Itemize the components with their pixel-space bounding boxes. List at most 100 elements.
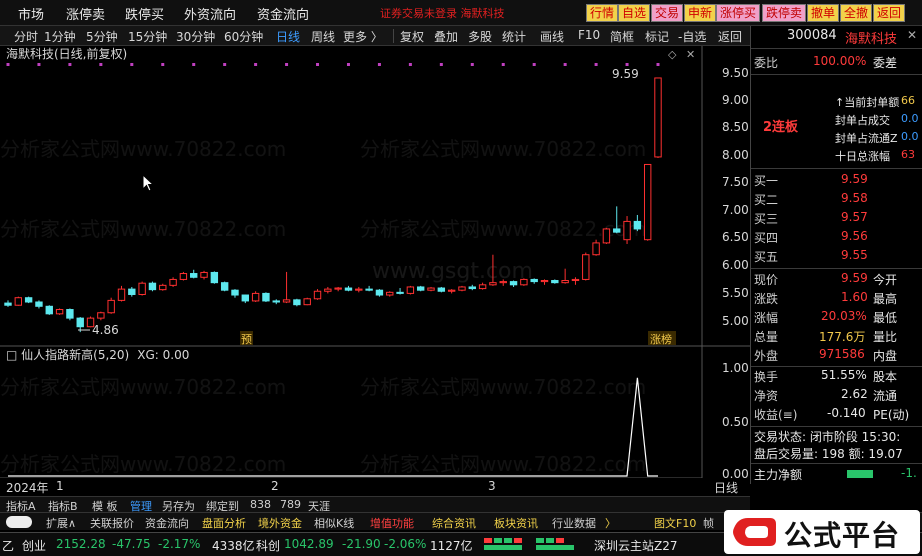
candle-body xyxy=(282,299,291,303)
collapse-diamond-icon[interactable]: ◇ xyxy=(668,48,677,61)
period-15min[interactable]: 15分钟 xyxy=(128,28,167,45)
signal-dot xyxy=(68,63,72,66)
quote-label: 外盘 xyxy=(754,349,779,363)
tool-frame[interactable]: 简框 xyxy=(610,28,634,45)
bid-price[interactable]: 9.59 xyxy=(841,172,868,186)
candle-body xyxy=(602,228,611,244)
bid-label: 买一 xyxy=(754,174,779,188)
bid-price[interactable]: 9.58 xyxy=(841,191,868,205)
tab-similar-kline[interactable]: 相似K线 xyxy=(314,515,354,531)
watermark-3: 分析家公式网www.70822.com xyxy=(0,217,286,241)
btn-ipo[interactable]: 申新 xyxy=(684,4,717,22)
tab-f10[interactable]: 图文F10 xyxy=(654,515,696,531)
logo-text: 公式平台 xyxy=(784,519,901,552)
index-gem-label[interactable]: 创业 xyxy=(22,537,46,554)
period-more[interactable]: 更多 〉 xyxy=(343,28,383,45)
gsgt-logo: 公式平台 xyxy=(724,510,920,554)
bid-price[interactable]: 9.55 xyxy=(841,248,868,262)
tab-next-chevron[interactable]: 〉 xyxy=(605,515,616,531)
signal-dot xyxy=(285,63,289,66)
tool-back[interactable]: 返回 xyxy=(718,28,742,45)
tab-sector-news[interactable]: 板块资讯 xyxy=(494,515,538,531)
signal-dot xyxy=(563,63,567,66)
tool-multi[interactable]: 多股 xyxy=(468,28,492,45)
candle-body xyxy=(14,297,23,306)
btn-cancel-all[interactable]: 全撤 xyxy=(840,4,873,22)
tool-stats[interactable]: 统计 xyxy=(502,28,526,45)
bid-price[interactable]: 9.56 xyxy=(841,229,868,243)
btn-trade[interactable]: 交易 xyxy=(651,4,684,22)
zb-marker[interactable]: 涨榜 xyxy=(650,332,672,346)
period-30min[interactable]: 30分钟 xyxy=(176,28,215,45)
candle-body xyxy=(654,77,662,158)
stat-label: 封单占成交 xyxy=(835,114,890,127)
indicator-title[interactable]: □ 仙人指路新高(5,20) XG: 0.00 xyxy=(6,347,189,362)
menu-limit-down-buy[interactable]: 跌停买 xyxy=(125,4,164,23)
tab-838[interactable]: 838 xyxy=(250,498,271,511)
tab-expand[interactable]: 扩展∧ xyxy=(46,515,76,531)
toggle-switch[interactable] xyxy=(6,516,32,528)
watermark-7: 分析家公式网www.70822.com xyxy=(360,375,646,399)
bid-label: 买四 xyxy=(754,231,779,245)
quote-label: 涨跌 xyxy=(754,292,779,306)
panel-close-icon[interactable]: ✕ xyxy=(907,28,917,42)
candle-body xyxy=(200,271,208,278)
tool-f10[interactable]: F10 xyxy=(578,28,600,42)
signal-dot xyxy=(254,63,258,66)
btn-limit-down-sell[interactable]: 跌停卖 xyxy=(762,4,807,22)
index-gem-turnover: 4338亿 xyxy=(212,539,255,553)
yu-marker[interactable]: 预 xyxy=(241,333,252,346)
signal-dot xyxy=(625,63,629,66)
candle-body xyxy=(55,309,64,315)
candle-body xyxy=(613,228,621,233)
tool-remove-watch[interactable]: -自选 xyxy=(678,28,706,45)
weibi-label: 委比 xyxy=(754,56,779,70)
period-weekly[interactable]: 周线 xyxy=(311,28,335,45)
tool-draw[interactable]: 画线 xyxy=(540,28,564,45)
quote-label: 量比 xyxy=(873,330,898,344)
breadth-bars xyxy=(484,538,580,552)
tab-industry-data[interactable]: 行业数据 xyxy=(552,515,596,531)
pane-close-icon[interactable]: ✕ xyxy=(686,48,695,61)
period-daily[interactable]: 日线 xyxy=(276,28,300,45)
signal-dot xyxy=(656,63,660,66)
menu-limit-up-sell[interactable]: 涨停卖 xyxy=(66,4,105,23)
tool-mark[interactable]: 标记 xyxy=(645,28,669,45)
tab-value-added[interactable]: 增值功能 xyxy=(370,515,414,531)
menu-foreign-flow[interactable]: 外资流向 xyxy=(184,4,236,23)
candle-body xyxy=(571,278,580,282)
tab-news[interactable]: 综合资讯 xyxy=(432,515,476,531)
candle-body xyxy=(138,282,146,295)
signal-dot xyxy=(99,63,103,66)
btn-quote[interactable]: 行情 xyxy=(586,4,619,22)
period-60min[interactable]: 60分钟 xyxy=(224,28,263,45)
candle-body xyxy=(303,298,311,306)
period-1min[interactable]: 1分钟 xyxy=(44,28,76,45)
indicator-tabs: 指标A 指标B 模 板 管理 另存为 绑定到 838 789 天涯 xyxy=(0,496,750,513)
period-5min[interactable]: 5分钟 xyxy=(86,28,118,45)
btn-limit-up-buy[interactable]: 涨停买 xyxy=(716,4,761,22)
tool-adjust[interactable]: 复权 xyxy=(400,28,424,45)
tool-overlay[interactable]: 叠加 xyxy=(434,28,458,45)
candle-body xyxy=(169,278,177,286)
tab-frame[interactable]: 帧 xyxy=(703,515,714,531)
tab-market-analysis[interactable]: 盘面分析 xyxy=(202,515,246,531)
index-star-label[interactable]: 科创 xyxy=(256,537,280,554)
candle-body xyxy=(334,287,342,290)
btn-cancel-order[interactable]: 撤单 xyxy=(807,4,840,22)
bid-price[interactable]: 9.57 xyxy=(841,210,868,224)
btn-back[interactable]: 返回 xyxy=(873,4,906,22)
menu-capital-flow[interactable]: 资金流向 xyxy=(257,4,309,23)
kline-chart[interactable]: 分析家公式网www.70822.com 分析家公式网www.70822.com … xyxy=(0,46,750,484)
tab-capital-flow[interactable]: 资金流向 xyxy=(145,515,189,531)
candle-body xyxy=(396,291,404,294)
btn-watchlist[interactable]: 自选 xyxy=(618,4,651,22)
tab-related-quote[interactable]: 关联报价 xyxy=(90,515,134,531)
tab-789[interactable]: 789 xyxy=(280,498,301,511)
tab-foreign-capital[interactable]: 境外资金 xyxy=(258,515,302,531)
server-name[interactable]: 深圳云主站Z27 xyxy=(594,537,678,554)
signal-dot xyxy=(439,63,443,66)
menu-market[interactable]: 市场 xyxy=(18,4,44,23)
quote-panel: 300084 海默科技 ✕ 委比 100.00% 委差 2连板 ↑当前封单额 66… xyxy=(750,26,922,484)
period-intraday[interactable]: 分时 xyxy=(14,28,38,45)
